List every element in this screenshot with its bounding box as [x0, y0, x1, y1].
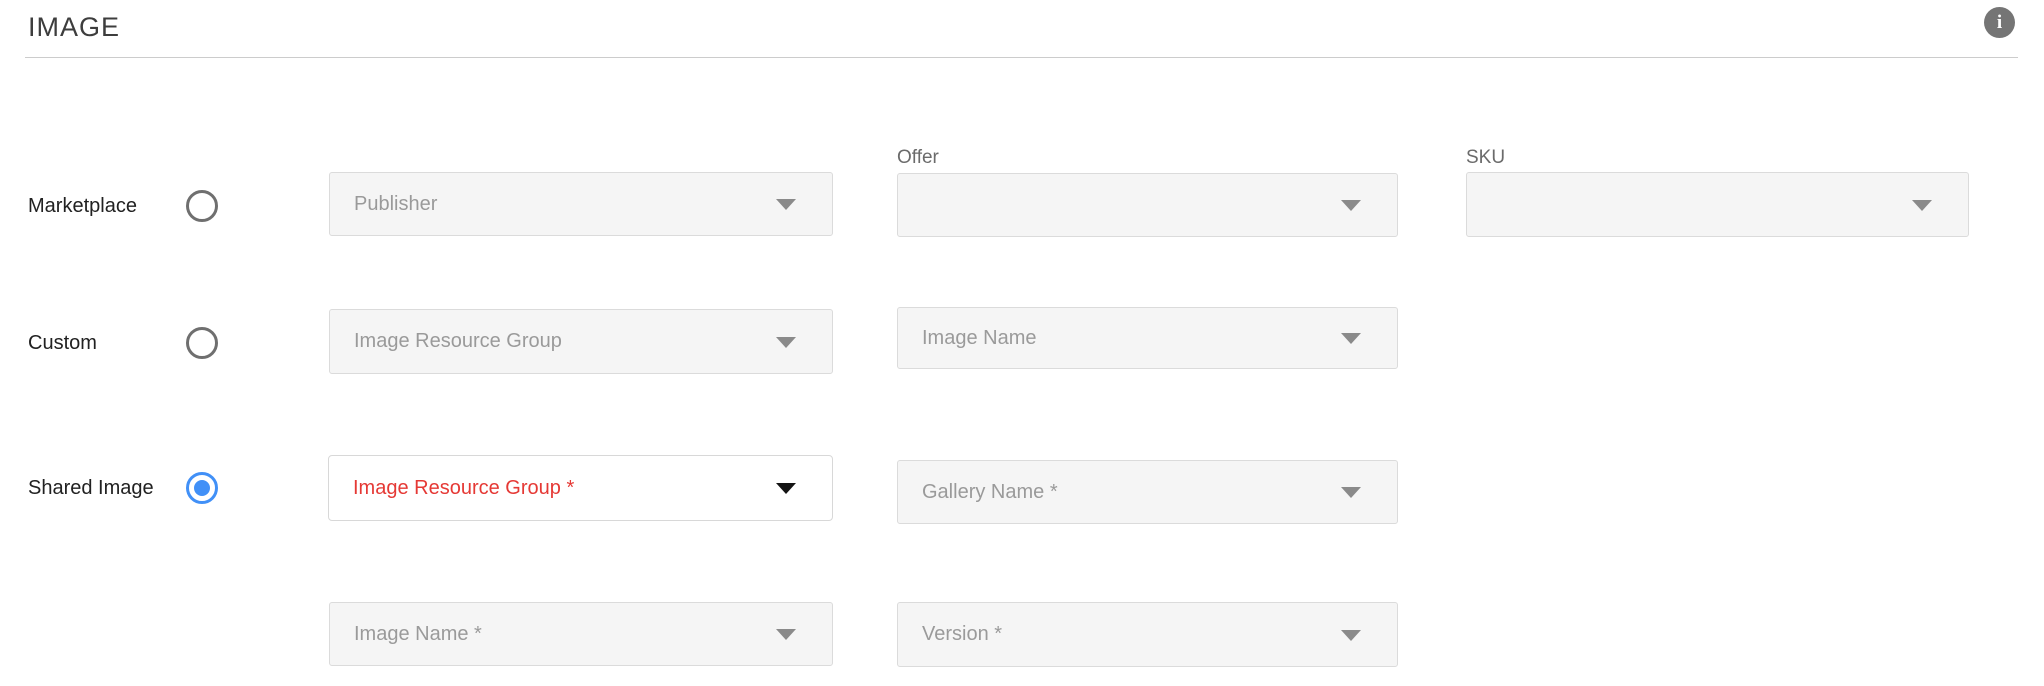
- chevron-down-icon: [1341, 487, 1361, 498]
- chevron-down-icon: [776, 337, 796, 348]
- offer-label: Offer: [897, 147, 939, 169]
- publisher-dropdown[interactable]: Publisher: [329, 172, 833, 236]
- sku-dropdown[interactable]: [1466, 172, 1969, 237]
- chevron-down-icon: [1341, 200, 1361, 211]
- sku-label: SKU: [1466, 147, 1505, 169]
- custom-radio-label: Custom: [28, 331, 97, 355]
- custom-image-name-placeholder: Image Name: [922, 327, 1037, 350]
- chevron-down-icon: [1341, 630, 1361, 641]
- shared-image-radio-label: Shared Image: [28, 476, 154, 500]
- shared-image-name-placeholder: Image Name *: [354, 623, 482, 646]
- info-icon[interactable]: i: [1984, 7, 2015, 38]
- chevron-down-icon: [776, 629, 796, 640]
- gallery-name-placeholder: Gallery Name *: [922, 481, 1058, 504]
- chevron-down-icon: [776, 483, 796, 494]
- chevron-down-icon: [1341, 333, 1361, 344]
- section-title: IMAGE: [28, 12, 120, 43]
- chevron-down-icon: [776, 199, 796, 210]
- shared-image-radio[interactable]: [186, 472, 218, 504]
- custom-image-name-dropdown[interactable]: Image Name: [897, 307, 1398, 369]
- marketplace-radio-label: Marketplace: [28, 194, 137, 218]
- marketplace-radio[interactable]: [186, 190, 218, 222]
- custom-image-resource-group-placeholder: Image Resource Group: [354, 330, 562, 353]
- shared-image-resource-group-dropdown[interactable]: Image Resource Group *: [328, 455, 833, 521]
- version-dropdown[interactable]: Version *: [897, 602, 1398, 667]
- shared-image-name-dropdown[interactable]: Image Name *: [329, 602, 833, 666]
- offer-dropdown[interactable]: [897, 173, 1398, 237]
- publisher-placeholder: Publisher: [354, 193, 437, 216]
- custom-image-resource-group-dropdown[interactable]: Image Resource Group: [329, 309, 833, 374]
- custom-radio[interactable]: [186, 327, 218, 359]
- header-divider: [25, 57, 2018, 58]
- gallery-name-dropdown[interactable]: Gallery Name *: [897, 460, 1398, 524]
- shared-image-resource-group-placeholder: Image Resource Group *: [353, 477, 574, 500]
- chevron-down-icon: [1912, 200, 1932, 211]
- version-placeholder: Version *: [922, 623, 1002, 646]
- image-form-section: IMAGE i Marketplace Custom Shared Image …: [0, 0, 2044, 686]
